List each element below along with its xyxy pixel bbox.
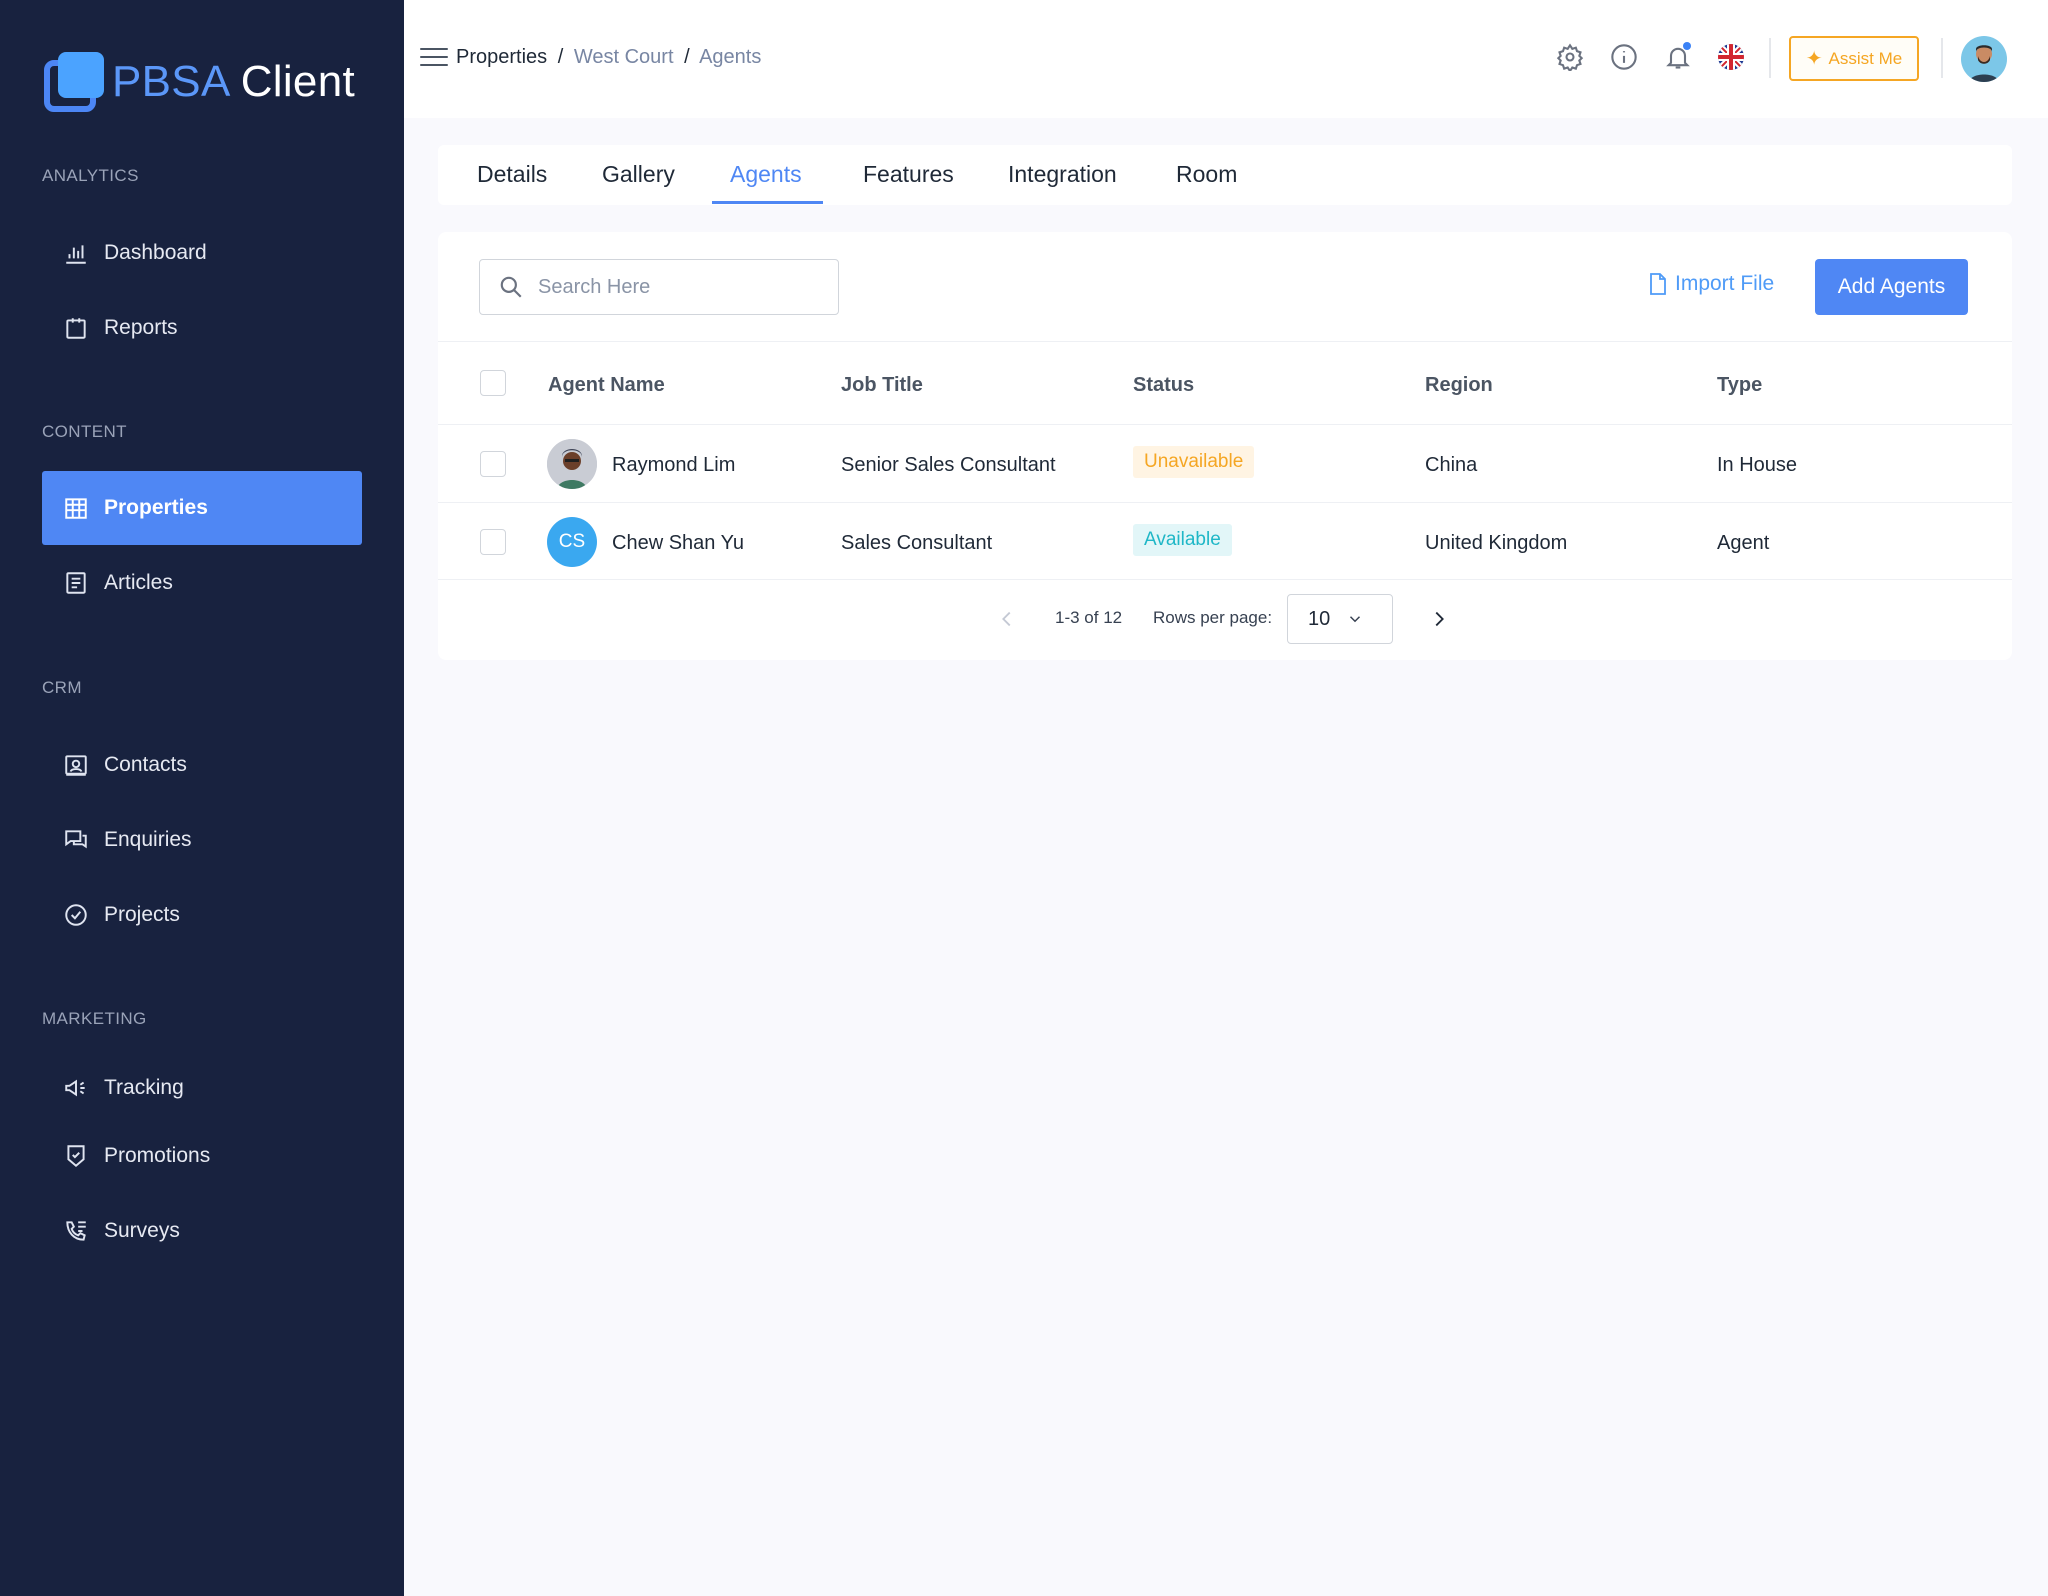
sidebar-item-enquiries[interactable]: Enquiries [42,803,362,877]
search-input[interactable] [538,275,818,299]
divider [1769,38,1771,78]
column-header-type[interactable]: Type [1717,374,1762,397]
bar-chart-icon [62,239,90,267]
tab-details[interactable]: Details [477,161,547,188]
search-icon [500,276,522,298]
sidebar-item-label: Reports [104,316,178,339]
region: China [1425,454,1478,476]
sidebar-item-label: Articles [104,571,173,594]
rows-per-page-select[interactable]: 10 [1287,594,1393,644]
check-circle-icon [62,901,90,929]
megaphone-icon [62,1074,90,1102]
search-box[interactable] [479,259,839,315]
chat-bubbles-icon [62,826,90,854]
tab-room[interactable]: Room [1176,161,1237,188]
region: United Kingdom [1425,532,1568,554]
section-label-analytics: ANALYTICS [42,166,139,185]
sidebar-item-label: Dashboard [104,241,207,264]
tabs-bar: Details Gallery Agents Features Integrat… [438,145,2012,205]
divider [1941,38,1943,78]
building-icon [62,494,90,522]
tab-features[interactable]: Features [863,161,954,188]
section-label-content: CONTENT [42,422,127,441]
settings-gear-icon[interactable] [1553,40,1587,74]
column-header-region[interactable]: Region [1425,374,1493,397]
notification-dot [1683,42,1691,50]
rows-per-page-label: Rows per page: [1153,608,1273,627]
agent-avatar [547,439,597,489]
sidebar-item-label: Enquiries [104,828,192,851]
previous-page-icon[interactable] [996,608,1018,630]
clipboard-icon [62,314,90,342]
sidebar-item-articles[interactable]: Articles [42,546,362,620]
row-checkbox[interactable] [480,451,506,477]
section-label-crm: CRM [42,678,82,697]
sidebar: PBSA Client ANALYTICS Dashboard Reports … [0,0,404,1596]
sidebar-item-label: Projects [104,903,180,926]
breadcrumb: Properties / West Court / Agents [456,46,762,68]
sidebar-item-surveys[interactable]: Surveys [42,1194,362,1268]
tab-integration[interactable]: Integration [1008,161,1117,188]
import-file-link[interactable]: Import File [1647,272,1774,296]
pagination-range: 1-3 of 12 [1055,608,1123,627]
phone-list-icon [62,1217,90,1245]
sidebar-item-label: Properties [104,496,208,519]
assist-me-button[interactable]: ✦ Assist Me [1789,36,1919,81]
sidebar-item-label: Contacts [104,753,187,776]
logo-text: PBSA Client [112,57,355,106]
sidebar-item-promotions[interactable]: Promotions [42,1119,362,1193]
contact-card-icon [62,751,90,779]
sidebar-item-contacts[interactable]: Contacts [42,728,362,802]
status-badge: Unavailable [1133,446,1255,478]
chevron-down-icon [1350,616,1361,623]
info-icon[interactable] [1607,40,1641,74]
breadcrumb-item-properties[interactable]: Properties [456,46,547,68]
agent-name: Chew Shan Yu [612,532,744,554]
sparkle-icon: ✦ [1805,48,1823,70]
sidebar-item-label: Tracking [104,1076,184,1099]
next-page-icon[interactable] [1428,608,1450,630]
column-header-job-title[interactable]: Job Title [841,374,923,397]
shield-check-icon [62,1142,90,1170]
sidebar-item-dashboard[interactable]: Dashboard [42,216,362,290]
app-logo[interactable]: PBSA Client [42,50,355,114]
sidebar-item-reports[interactable]: Reports [42,291,362,365]
status-badge: Available [1133,524,1232,556]
tab-agents[interactable]: Agents [730,161,802,188]
menu-icon[interactable] [420,48,448,68]
agent-name: Raymond Lim [612,454,736,476]
document-icon [62,569,90,597]
top-bar: Properties / West Court / Agents ✦ Assis… [404,0,2048,118]
row-checkbox[interactable] [480,529,506,555]
agent-avatar-initials: CS [547,517,597,567]
add-agents-button[interactable]: Add Agents [1815,259,1968,315]
user-avatar[interactable] [1961,36,2007,82]
job-title: Senior Sales Consultant [841,454,1056,476]
section-label-marketing: MARKETING [42,1009,147,1028]
notification-bell-icon[interactable] [1661,40,1695,74]
sidebar-item-projects[interactable]: Projects [42,878,362,952]
type: In House [1717,454,1798,476]
sidebar-item-properties[interactable]: Properties [42,471,362,545]
sidebar-item-label: Promotions [104,1144,211,1167]
breadcrumb-item-agents: Agents [699,46,762,68]
job-title: Sales Consultant [841,532,993,554]
tab-gallery[interactable]: Gallery [602,161,675,188]
breadcrumb-item-west-court[interactable]: West Court [574,46,674,68]
column-header-agent-name[interactable]: Agent Name [548,374,665,397]
uk-flag-language-icon[interactable] [1714,40,1748,74]
sidebar-item-tracking[interactable]: Tracking [42,1051,362,1125]
file-icon [1650,273,1666,295]
type: Agent [1717,532,1770,554]
agents-card: Import File Add Agents Agent Name Job Ti… [438,232,2012,660]
select-all-checkbox[interactable] [480,370,506,396]
logo-icon [42,50,106,114]
active-tab-indicator [712,201,823,204]
column-header-status[interactable]: Status [1133,374,1194,397]
sidebar-item-label: Surveys [104,1219,180,1242]
